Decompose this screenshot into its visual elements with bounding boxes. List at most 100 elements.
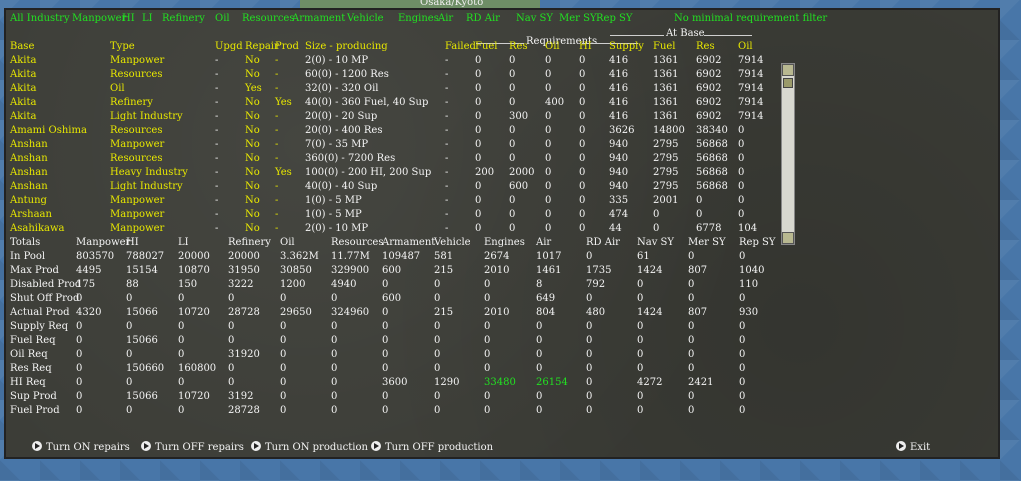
filter-refinery[interactable]: Refinery — [162, 13, 205, 24]
table-cell: No — [245, 111, 260, 122]
table-cell: 7(0) - 35 MP — [305, 139, 369, 150]
turn-on-repairs-button[interactable]: Turn ON repairs — [32, 441, 130, 453]
turn-off-production-button[interactable]: Turn OFF production — [371, 441, 493, 453]
totals-cell: 33480 — [484, 377, 516, 388]
totals-cell: 1461 — [536, 265, 562, 276]
filter-manpower[interactable]: Manpower — [72, 13, 126, 24]
table-cell: 416 — [609, 83, 629, 94]
table-cell: 0 — [696, 209, 703, 220]
scroll-thumb[interactable] — [783, 78, 793, 88]
totals-cell: 0 — [331, 363, 338, 374]
totals-cell: 26154 — [536, 377, 568, 388]
totals-cell: 110 — [739, 279, 759, 290]
table-cell: 7914 — [738, 69, 764, 80]
base-name[interactable]: Anshan — [10, 139, 48, 150]
base-name[interactable]: Akita — [10, 83, 36, 94]
column-header-prod: Prod — [275, 41, 299, 52]
filter-resources[interactable]: Resources — [242, 13, 294, 24]
base-table-scrollbar[interactable] — [781, 63, 795, 245]
filter-no-minimal-requirement-filter[interactable]: No minimal requirement filter — [674, 13, 827, 24]
totals-cell: 0 — [331, 391, 338, 402]
base-name[interactable]: Anshan — [10, 153, 48, 164]
totals-cell: 0 — [434, 293, 441, 304]
table-cell: 0 — [738, 153, 745, 164]
table-cell: 32(0) - 320 Oil — [305, 83, 379, 94]
table-cell: 0 — [579, 195, 586, 206]
totals-cell: 0 — [178, 405, 185, 416]
table-cell: 335 — [609, 195, 629, 206]
table-cell: 0 — [579, 181, 586, 192]
filter-mer-sy[interactable]: Mer SY — [559, 13, 597, 24]
base-name[interactable]: Asahikawa — [10, 223, 65, 234]
totals-cell: 0 — [178, 321, 185, 332]
table-cell: Yes — [245, 83, 262, 94]
totals-cell: 324960 — [331, 307, 370, 318]
turn-on-production-button[interactable]: Turn ON production — [251, 441, 368, 453]
totals-cell: 0 — [586, 335, 593, 346]
table-cell: 0 — [509, 209, 516, 220]
filter-engines[interactable]: Engines — [398, 13, 439, 24]
table-cell: 0 — [475, 83, 482, 94]
totals-cell: 150660 — [126, 363, 165, 374]
totals-cell: 0 — [688, 279, 695, 290]
totals-cell: 20000 — [228, 251, 260, 262]
table-cell: - — [215, 181, 219, 192]
table-cell: 0 — [475, 55, 482, 66]
table-cell: 1361 — [653, 55, 679, 66]
filter-hi[interactable]: HI — [122, 13, 135, 24]
totals-cell: 0 — [688, 335, 695, 346]
totals-cell: 3.362M — [280, 251, 319, 262]
filter-oil[interactable]: Oil — [215, 13, 230, 24]
table-cell: - — [445, 167, 449, 178]
base-name[interactable]: Anshan — [10, 181, 48, 192]
table-cell: 1361 — [653, 69, 679, 80]
base-name[interactable]: Akita — [10, 69, 36, 80]
turn-off-repairs-button[interactable]: Turn OFF repairs — [141, 441, 244, 453]
table-cell: - — [445, 125, 449, 136]
base-name[interactable]: Antung — [10, 195, 47, 206]
filter-armament[interactable]: Armament — [292, 13, 345, 24]
table-cell: 0 — [545, 195, 552, 206]
filter-nav-sy[interactable]: Nav SY — [516, 13, 553, 24]
base-name[interactable]: Anshan — [10, 167, 48, 178]
table-cell: - — [275, 223, 279, 234]
arrow-icon — [141, 441, 151, 451]
table-cell: No — [245, 209, 260, 220]
table-cell: 0 — [579, 97, 586, 108]
totals-cell: 4495 — [76, 265, 102, 276]
base-name[interactable]: Arshaan — [10, 209, 52, 220]
filter-rep-sy[interactable]: Rep SY — [596, 13, 632, 24]
totals-cell: 15066 — [126, 307, 158, 318]
totals-cell: 0 — [536, 363, 543, 374]
base-name[interactable]: Akita — [10, 111, 36, 122]
filter-all-industry[interactable]: All Industry — [10, 13, 70, 24]
totals-header-cell: RD Air — [586, 237, 620, 248]
totals-cell: 0 — [228, 335, 235, 346]
scroll-up-button[interactable] — [782, 64, 794, 76]
totals-cell: 3222 — [228, 279, 254, 290]
table-cell: - — [215, 195, 219, 206]
scroll-down-button[interactable] — [782, 232, 794, 244]
arrow-icon — [251, 441, 261, 451]
base-name[interactable]: Amami Oshima — [10, 125, 87, 136]
table-cell: No — [245, 55, 260, 66]
totals-cell: 160800 — [178, 363, 217, 374]
table-cell: 0 — [545, 69, 552, 80]
table-cell: 474 — [609, 209, 629, 220]
base-name[interactable]: Akita — [10, 55, 36, 66]
table-cell: - — [445, 195, 449, 206]
table-cell: Yes — [275, 167, 292, 178]
exit-button[interactable]: Exit — [896, 441, 930, 453]
table-cell: 0 — [475, 97, 482, 108]
table-cell: 0 — [738, 195, 745, 206]
filter-li[interactable]: LI — [142, 13, 153, 24]
column-header-repair: Repair — [245, 41, 279, 52]
filter-vehicle[interactable]: Vehicle — [347, 13, 384, 24]
filter-rd-air[interactable]: RD Air — [466, 13, 500, 24]
totals-cell: 10870 — [178, 265, 210, 276]
table-cell: 7914 — [738, 83, 764, 94]
base-name[interactable]: Akita — [10, 97, 36, 108]
totals-row-label: Fuel Req — [10, 335, 56, 346]
filter-air[interactable]: Air — [438, 13, 453, 24]
table-cell: Oil — [110, 83, 125, 94]
